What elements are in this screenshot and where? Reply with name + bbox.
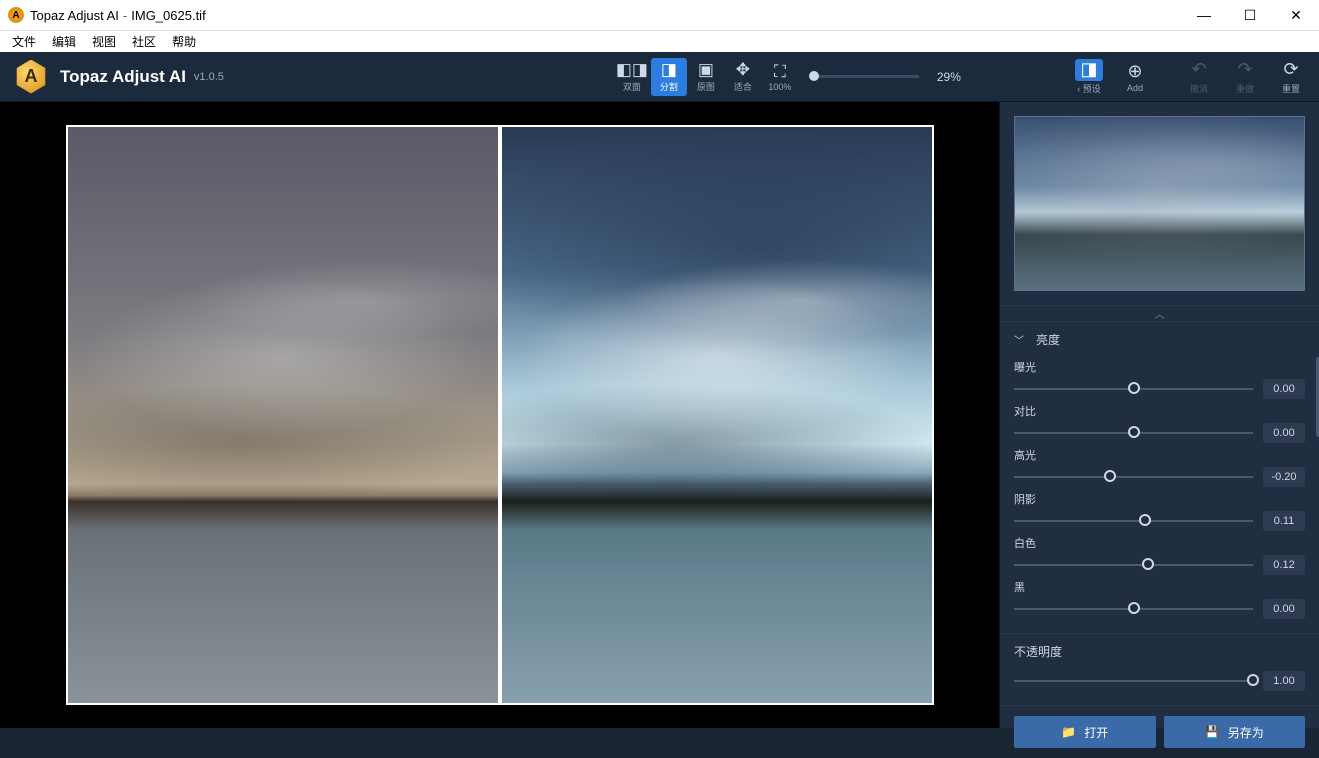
save-icon: 💾 <box>1205 725 1220 739</box>
slider-row-4: 白色 0.12 <box>1014 535 1305 575</box>
sidebar-footer: 📁 打开 💾 另存为 <box>1000 705 1319 758</box>
fullscreen-icon: ⛶ <box>774 62 786 82</box>
image-after <box>502 127 932 703</box>
menu-view[interactable]: 视图 <box>84 31 124 52</box>
menubar: 文件 编辑 视图 社区 帮助 <box>0 30 1319 52</box>
slider-handle[interactable] <box>1128 382 1140 394</box>
image-before <box>68 127 498 703</box>
slider-value[interactable]: 0.00 <box>1263 599 1305 619</box>
slider-row-1: 对比 0.00 <box>1014 403 1305 443</box>
slider-value[interactable]: 0.00 <box>1263 423 1305 443</box>
slider-row-3: 阴影 0.11 <box>1014 491 1305 531</box>
titlebar-separator: - <box>123 8 127 23</box>
slider-label: 曝光 <box>1014 359 1305 375</box>
view-fit-button[interactable]: ✥适合 <box>725 58 761 96</box>
menu-help[interactable]: 帮助 <box>164 31 204 52</box>
window-titlebar: A Topaz Adjust AI - IMG_0625.tif — ☐ ✕ <box>0 0 1319 30</box>
slider-handle[interactable] <box>1128 426 1140 438</box>
opacity-section: 不透明度 1.00 <box>1000 633 1319 705</box>
slider-label: 对比 <box>1014 403 1305 419</box>
slider-value[interactable]: 0.12 <box>1263 555 1305 575</box>
titlebar-app: Topaz Adjust AI <box>30 8 119 23</box>
preview-panel <box>1000 102 1319 305</box>
brightness-header[interactable]: ﹀ 亮度 <box>1000 322 1319 357</box>
split-icon: ◨ <box>661 60 677 80</box>
slider-row-5: 黑 0.00 <box>1014 579 1305 619</box>
zoom-value: 29% <box>925 70 961 84</box>
slider-value[interactable]: 0.00 <box>1263 379 1305 399</box>
collapse-up-button[interactable]: ︿ <box>1000 305 1319 321</box>
opacity-handle[interactable] <box>1247 674 1259 686</box>
slider-label: 黑 <box>1014 579 1305 595</box>
dual-icon: ◧◨ <box>616 60 648 80</box>
reset-button[interactable]: ⟳ 重置 <box>1277 59 1305 95</box>
add-preset-button[interactable]: ⊕ Add <box>1121 60 1149 93</box>
view-split-button[interactable]: ◨分割 <box>651 58 687 96</box>
preset-button[interactable]: ◨ ‹ 预设 <box>1075 59 1103 95</box>
view-dual-button[interactable]: ◧◨双面 <box>614 58 650 96</box>
preview-thumbnail[interactable] <box>1014 116 1305 291</box>
slider-label: 白色 <box>1014 535 1305 551</box>
slider-handle[interactable] <box>1139 514 1151 526</box>
menu-community[interactable]: 社区 <box>124 31 164 52</box>
slider-track[interactable] <box>1014 476 1253 478</box>
menu-file[interactable]: 文件 <box>4 31 44 52</box>
slider-track[interactable] <box>1014 388 1253 390</box>
undo-button[interactable]: ↶ 撤消 <box>1185 59 1213 95</box>
logo-icon: A <box>14 60 48 94</box>
opacity-header[interactable]: 不透明度 <box>1000 634 1319 669</box>
add-icon: ⊕ <box>1121 60 1149 82</box>
view-original-button[interactable]: ▣原图 <box>688 58 724 96</box>
app-icon-small: A <box>8 7 24 23</box>
slider-handle[interactable] <box>1128 602 1140 614</box>
opacity-slider[interactable] <box>1014 680 1253 682</box>
app-header: A Topaz Adjust AI v1.0.5 ◧◨双面 ◨分割 ▣原图 ✥适… <box>0 52 1319 102</box>
opacity-title: 不透明度 <box>1014 643 1062 660</box>
open-button[interactable]: 📁 打开 <box>1014 716 1156 748</box>
app-title: Topaz Adjust AI <box>60 67 186 87</box>
image-icon: ▣ <box>698 60 714 80</box>
save-as-button[interactable]: 💾 另存为 <box>1164 716 1306 748</box>
menu-edit[interactable]: 编辑 <box>44 31 84 52</box>
slider-track[interactable] <box>1014 520 1253 522</box>
minimize-button[interactable]: — <box>1181 0 1227 30</box>
slider-track[interactable] <box>1014 608 1253 610</box>
slider-handle[interactable] <box>1142 558 1154 570</box>
zoom-handle[interactable] <box>809 71 819 81</box>
image-viewport[interactable] <box>0 102 999 728</box>
slider-row-2: 高光 -0.20 <box>1014 447 1305 487</box>
sidebar: ︿ ﹀ 亮度 曝光 0.00 对比 0.00 高光 -0.20 阴影 0.11 白色 0.12 黑 0… <box>999 102 1319 728</box>
brightness-section: ﹀ 亮度 曝光 0.00 对比 0.00 高光 -0.20 阴影 0.11 白色 0.12 黑 0.0… <box>1000 321 1319 633</box>
brightness-title: 亮度 <box>1036 331 1060 348</box>
reset-icon: ⟳ <box>1277 59 1305 81</box>
slider-label: 高光 <box>1014 447 1305 463</box>
redo-icon: ↷ <box>1231 59 1259 81</box>
slider-value[interactable]: -0.20 <box>1263 467 1305 487</box>
undo-icon: ↶ <box>1185 59 1213 81</box>
slider-value[interactable]: 0.11 <box>1263 511 1305 531</box>
app-version: v1.0.5 <box>194 71 224 83</box>
fit-icon: ✥ <box>736 60 750 80</box>
titlebar-file: IMG_0625.tif <box>131 8 205 23</box>
zoom-slider[interactable] <box>809 75 919 78</box>
view-100-button[interactable]: ⛶100% <box>762 58 798 96</box>
slider-label: 阴影 <box>1014 491 1305 507</box>
redo-button[interactable]: ↷ 重做 <box>1231 59 1259 95</box>
view-mode-toolbar: ◧◨双面 ◨分割 ▣原图 ✥适合 ⛶100% 29% <box>614 58 961 96</box>
slider-handle[interactable] <box>1104 470 1116 482</box>
slider-track[interactable] <box>1014 432 1253 434</box>
maximize-button[interactable]: ☐ <box>1227 0 1273 30</box>
preset-icon: ◨ <box>1075 59 1103 81</box>
opacity-value[interactable]: 1.00 <box>1263 671 1305 691</box>
split-compare <box>66 125 934 705</box>
slider-track[interactable] <box>1014 564 1253 566</box>
folder-icon: 📁 <box>1061 725 1076 739</box>
close-button[interactable]: ✕ <box>1273 0 1319 30</box>
chevron-down-icon: ﹀ <box>1014 332 1024 347</box>
slider-row-0: 曝光 0.00 <box>1014 359 1305 399</box>
